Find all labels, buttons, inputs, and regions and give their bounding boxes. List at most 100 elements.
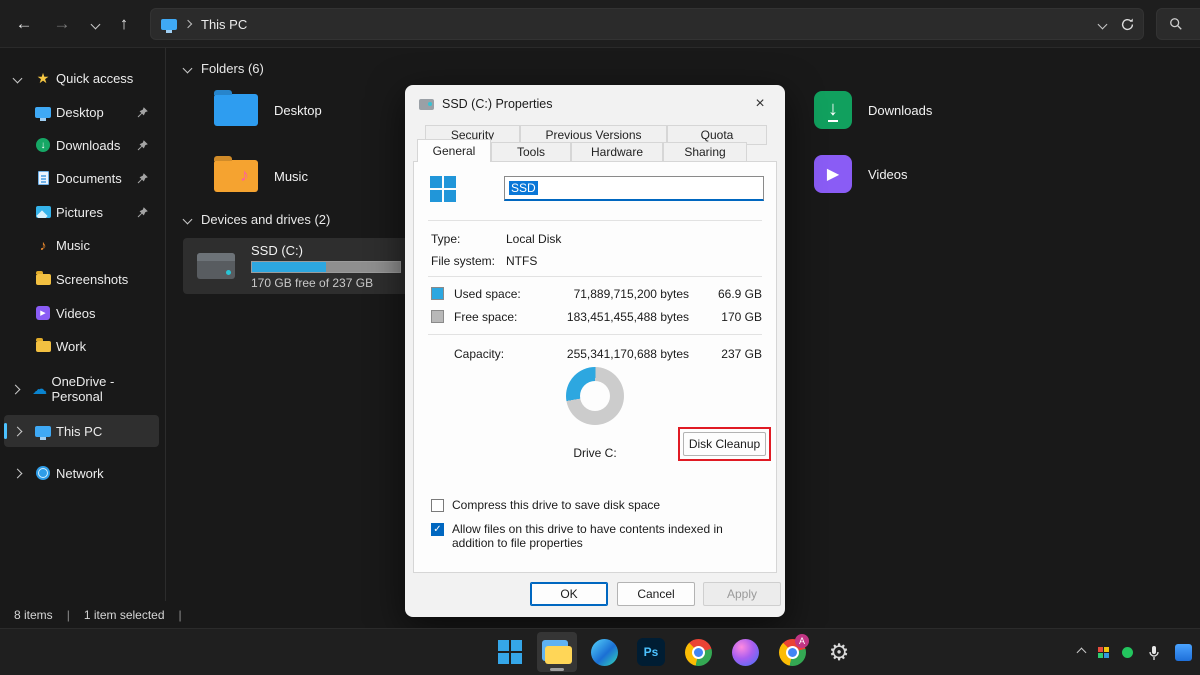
drive-tile-ssd-c[interactable]: SSD (C:) 170 GB free of 237 GB (183, 238, 411, 294)
sidebar-item-onedrive[interactable]: ☁ OneDrive - Personal (4, 373, 159, 405)
chrome-taskbar-button[interactable] (678, 632, 718, 672)
sidebar-item-desktop[interactable]: Desktop (4, 96, 159, 128)
photoshop-taskbar-button[interactable]: Ps (631, 632, 671, 672)
downloads-folder-icon: ↓ (814, 91, 852, 129)
close-icon[interactable]: × (741, 89, 779, 119)
recent-locations-chevron-icon[interactable] (84, 10, 106, 38)
folder-tile-music[interactable]: ♪ Music (214, 150, 424, 202)
items-count: 8 items (14, 608, 53, 622)
photoshop-icon: Ps (637, 638, 665, 666)
this-pc-icon (161, 19, 177, 30)
divider (428, 220, 762, 221)
tray-colored-squares-icon[interactable] (1098, 647, 1109, 658)
tray-green-status-icon[interactable] (1122, 647, 1133, 658)
forward-icon[interactable]: → (48, 10, 76, 38)
address-dropdown-icon[interactable] (1098, 19, 1108, 29)
back-icon[interactable]: ← (10, 10, 38, 38)
edge-taskbar-button[interactable] (584, 632, 624, 672)
folders-section-header[interactable]: Folders (6) (184, 61, 264, 76)
devices-section-header[interactable]: Devices and drives (2) (184, 212, 330, 227)
explorer-toolbar: ← → ↑ This PC (0, 0, 1200, 48)
tray-blue-panel-icon[interactable] (1175, 644, 1192, 661)
sidebar-item-label: Videos (56, 306, 96, 321)
disk-cleanup-button[interactable]: Disk Cleanup (683, 432, 766, 456)
sidebar-item-work[interactable]: Work (4, 330, 159, 362)
file-explorer-icon (542, 640, 572, 664)
sidebar-item-downloads[interactable]: ↓ Downloads (4, 129, 159, 161)
index-checkbox-row[interactable]: ✓ Allow files on this drive to have cont… (431, 522, 762, 550)
sidebar-item-music[interactable]: ♪ Music (4, 229, 159, 261)
folder-label: Downloads (868, 103, 932, 118)
start-button[interactable] (490, 632, 530, 672)
tab-hardware[interactable]: Hardware (571, 142, 663, 162)
usage-donut (566, 367, 624, 425)
drive-label-value: SSD (509, 181, 538, 195)
sidebar-item-label: Screenshots (56, 272, 128, 287)
sidebar-item-documents[interactable]: Documents (4, 162, 159, 194)
network-icon (36, 466, 50, 480)
capacity-size: 237 GB (721, 347, 762, 361)
music-folder-icon: ♪ (214, 160, 258, 192)
collapse-chevron-icon[interactable] (183, 215, 193, 225)
search-icon (1169, 17, 1183, 31)
navigation-pane: ★ Quick access Desktop ↓ Downloads Docum… (0, 48, 166, 601)
collapse-chevron-icon[interactable] (183, 64, 193, 74)
sidebar-item-screenshots[interactable]: Screenshots (4, 263, 159, 295)
chevron-right-icon[interactable] (12, 468, 22, 478)
drive-label-input[interactable]: SSD (504, 176, 764, 201)
chevron-right-icon[interactable] (12, 426, 22, 436)
chevron-down-icon[interactable] (12, 73, 22, 83)
used-space-bytes: 71,889,715,200 bytes (574, 287, 689, 301)
sidebar-item-videos[interactable]: ▶ Videos (4, 297, 159, 329)
sidebar-item-label: Desktop (56, 105, 104, 120)
sidebar-item-label: OneDrive - Personal (51, 374, 159, 404)
free-space-bytes: 183,451,455,488 bytes (567, 310, 689, 324)
music-note-icon: ♪ (240, 165, 249, 186)
pin-icon (136, 106, 149, 119)
refresh-icon[interactable] (1120, 17, 1135, 32)
sidebar-item-pictures[interactable]: Pictures (4, 196, 159, 228)
folder-tile-desktop[interactable]: Desktop (214, 84, 424, 136)
sidebar-item-network[interactable]: Network (4, 457, 159, 489)
edge-icon (591, 639, 618, 666)
drive-icon (419, 99, 434, 110)
pictures-icon (36, 206, 51, 218)
breadcrumb[interactable]: This PC (201, 17, 247, 32)
dialog-title: SSD (C:) Properties (442, 97, 552, 111)
compress-checkbox[interactable] (431, 499, 444, 512)
tab-sharing[interactable]: Sharing (663, 142, 747, 162)
tab-tools[interactable]: Tools (491, 142, 571, 162)
sidebar-item-label: Work (56, 339, 86, 354)
free-space-size: 170 GB (721, 310, 762, 324)
microphone-icon[interactable] (1146, 644, 1162, 662)
gradient-app-taskbar-button[interactable] (725, 632, 765, 672)
chrome-icon (685, 639, 712, 666)
section-label: Folders (6) (201, 61, 264, 76)
address-bar[interactable]: This PC (150, 8, 1144, 40)
sidebar-item-quick-access[interactable]: ★ Quick access (4, 62, 159, 94)
tab-general[interactable]: General (417, 139, 491, 162)
gradient-circle-app-icon (732, 639, 759, 666)
index-checkbox[interactable]: ✓ (431, 523, 444, 536)
divider (428, 276, 762, 277)
chrome-profile-taskbar-button[interactable]: A (772, 632, 812, 672)
dialog-titlebar[interactable]: SSD (C:) Properties (405, 85, 785, 123)
sidebar-item-this-pc[interactable]: This PC (4, 415, 159, 447)
desktop-folder-icon (214, 94, 258, 126)
index-label: Allow files on this drive to have conten… (452, 522, 757, 550)
folder-tile-downloads[interactable]: ↓ Downloads (814, 84, 1024, 136)
windows-logo-icon (498, 640, 522, 664)
hidden-icons-chevron-icon[interactable] (1077, 648, 1087, 658)
folder-tile-videos[interactable]: ▶ Videos (814, 148, 1024, 200)
settings-taskbar-button[interactable]: ⚙ (819, 632, 859, 672)
videos-folder-icon: ▶ (814, 155, 852, 193)
drive-usage-fill (252, 262, 326, 272)
compress-checkbox-row[interactable]: Compress this drive to save disk space (431, 498, 762, 512)
status-divider: | (179, 608, 182, 622)
search-box[interactable] (1156, 8, 1200, 40)
folder-icon (36, 274, 51, 285)
file-explorer-taskbar-button[interactable] (537, 632, 577, 672)
up-icon[interactable]: ↑ (110, 10, 138, 38)
chevron-right-icon[interactable] (11, 384, 21, 394)
drive-name: SSD (C:) (251, 243, 401, 258)
